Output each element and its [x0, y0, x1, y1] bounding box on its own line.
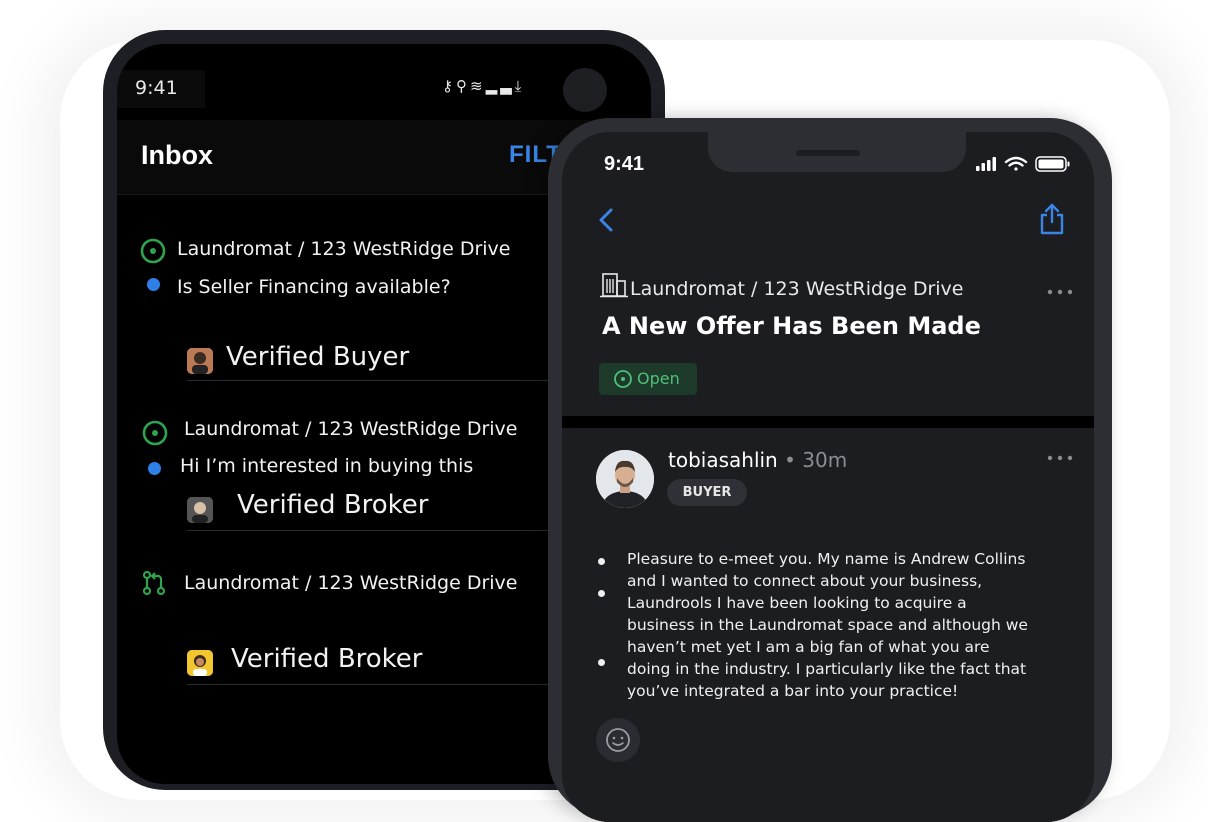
status-label: Open: [637, 369, 680, 388]
thread-snippet: Is Seller Financing available?: [177, 276, 451, 298]
status-time: 9:41: [604, 153, 645, 175]
unread-dot: [148, 462, 161, 475]
section-divider: [562, 416, 1094, 428]
author-name[interactable]: tobiasahlin: [668, 448, 778, 472]
comment-body: Pleasure to e-meet you. My name is Andre…: [627, 550, 1028, 700]
download-icon: ⤓: [514, 77, 525, 95]
page-title: Inbox: [141, 140, 213, 170]
thread-role: Verified Broker: [231, 644, 423, 674]
comment-time: 30m: [802, 448, 848, 472]
signal-icon: [976, 157, 996, 171]
open-issue-icon: [614, 370, 632, 388]
status-badge: Open: [599, 363, 697, 395]
detail-screen: 9:41 Laundromat / 123 WestRidge Drive A …: [562, 132, 1094, 822]
more-options-icon[interactable]: [1046, 288, 1074, 296]
avatar: [187, 650, 213, 676]
comment-card: tobiasahlin • 30m BUYER Pleasure to e-me…: [562, 428, 1094, 822]
role-badge: BUYER: [667, 479, 747, 506]
building-icon: [600, 273, 628, 298]
separator-dot: •: [777, 448, 803, 472]
thread-subject: Laundromat / 123 WestRidge Drive: [177, 238, 511, 260]
camera-cutout: [563, 68, 607, 112]
nav-bar: [562, 190, 1094, 255]
open-issue-icon: [142, 420, 168, 446]
unread-dot: [147, 278, 160, 291]
share-button[interactable]: [1038, 202, 1066, 236]
offer-header: Laundromat / 123 WestRidge Drive A New O…: [562, 254, 1094, 416]
detail-phone-frame: 9:41 Laundromat / 123 WestRidge Drive A …: [548, 118, 1112, 822]
back-button[interactable]: [594, 202, 618, 238]
more-options-icon[interactable]: [1046, 454, 1074, 462]
smiley-icon: [606, 728, 630, 752]
thread-role: Verified Buyer: [226, 342, 410, 372]
notch: [708, 132, 966, 172]
open-issue-icon: [140, 238, 166, 264]
status-icons: ⚷⚲≋▂▃⤓: [442, 77, 524, 95]
signal-icon: ▂▃: [485, 77, 515, 95]
avatar[interactable]: [596, 450, 654, 508]
add-reaction-button[interactable]: [596, 718, 640, 762]
battery-icon: [1035, 156, 1070, 172]
status-icons: [976, 156, 1070, 172]
listing-line: Laundromat / 123 WestRidge Drive: [600, 272, 963, 300]
listing-name: Laundromat / 123 WestRidge Drive: [630, 278, 964, 300]
avatar: [187, 348, 213, 374]
offer-title: A New Offer Has Been Made: [602, 312, 981, 340]
thread-role: Verified Broker: [237, 490, 429, 520]
wifi-icon: ≋: [470, 77, 486, 95]
status-time: 9:41: [135, 77, 178, 99]
bullet: [598, 590, 605, 597]
key-icon: ⚷: [442, 77, 456, 95]
thread-subject: Laundromat / 123 WestRidge Drive: [184, 572, 518, 594]
bullet: [598, 659, 605, 666]
comment-author: tobiasahlin • 30m: [668, 448, 847, 472]
wifi-icon: [1004, 156, 1028, 171]
location-icon: ⚲: [456, 77, 470, 95]
bullet: [598, 558, 605, 565]
thread-subject: Laundromat / 123 WestRidge Drive: [184, 418, 518, 440]
avatar: [187, 497, 213, 523]
pull-request-icon: [142, 570, 166, 596]
thread-snippet: Hi I’m interested in buying this: [180, 455, 474, 477]
speaker: [796, 150, 860, 156]
